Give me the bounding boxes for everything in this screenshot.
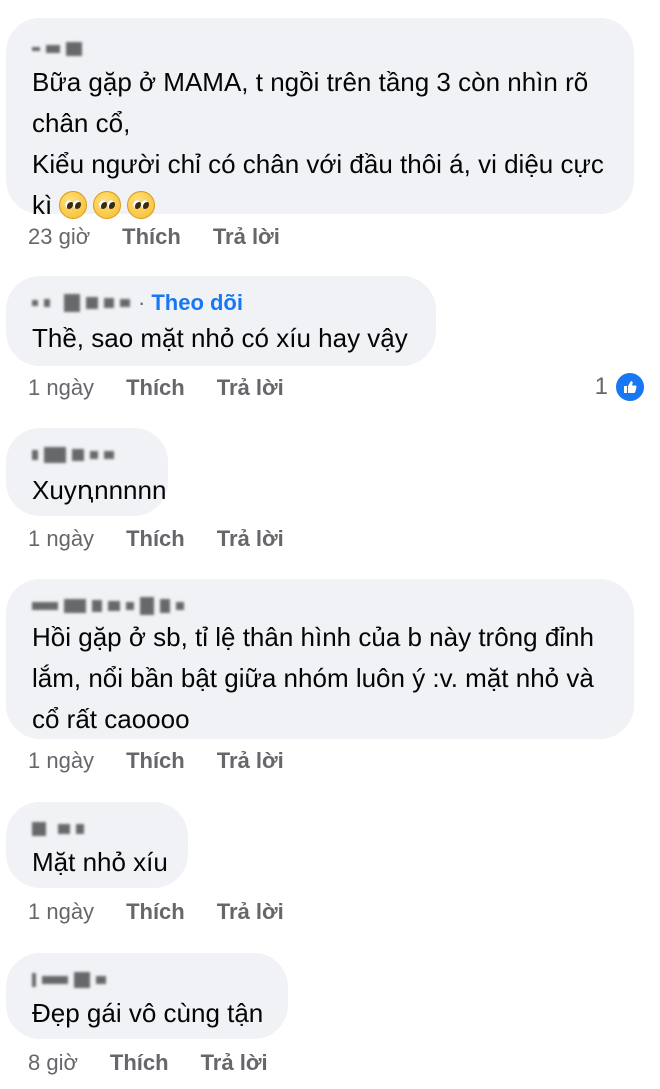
comment-bubble: Hồi gặp ở sb, tỉ lệ thân hình của b này … — [6, 579, 634, 739]
like-button[interactable]: Thích — [126, 899, 185, 925]
follow-button[interactable]: Theo dõi — [151, 290, 243, 316]
comment-actions: 1 ngày Thích Trả lời — [28, 524, 316, 554]
thumb-up-glyph — [624, 381, 637, 393]
commenter-name-blurred[interactable] — [32, 300, 38, 306]
commenter-name-blurred[interactable] — [32, 595, 608, 617]
comment-bubble: Bữa gặp ở MAMA, t ngồi trên tầng 3 còn n… — [6, 18, 634, 220]
reply-button[interactable]: Trả lời — [217, 526, 284, 552]
like-thumb-icon — [614, 371, 646, 403]
comment-bubble: · Theo dõi Thề, sao mặt nhỏ có xíu hay v… — [6, 276, 436, 366]
like-button[interactable]: Thích — [126, 375, 185, 401]
commenter-name-blurred[interactable] — [32, 818, 162, 840]
pleading-face-icon — [59, 191, 88, 219]
comment-actions: 1 ngày Thích Trả lời — [28, 897, 316, 927]
comment-text-line: Mặt nhỏ xíu — [32, 847, 168, 877]
comment-bubble: Đẹp gái vô cùng tận — [6, 953, 288, 1039]
reply-button[interactable]: Trả lời — [217, 748, 284, 774]
comment-text-fragment: kì — [32, 190, 53, 220]
comment-actions: 23 giờ Thích Trả lời — [28, 222, 312, 252]
comment-timestamp[interactable]: 23 giờ — [28, 224, 90, 250]
comment-text-line: Đẹp gái vô cùng tận — [32, 998, 264, 1028]
comment-text-line: cổ rất caoooo — [32, 704, 190, 734]
comment-actions: 8 giờ Thích Trả lời — [28, 1048, 300, 1078]
comment-timestamp[interactable]: 1 ngày — [28, 526, 94, 552]
reply-button[interactable]: Trả lời — [217, 375, 284, 401]
pleading-face-icon — [127, 191, 156, 219]
reply-button[interactable]: Trả lời — [217, 899, 284, 925]
comment-actions: 1 ngày Thích Trả lời — [28, 746, 316, 776]
like-button[interactable]: Thích — [126, 526, 185, 552]
comment-bubble: Mặt nhỏ xíu — [6, 802, 188, 888]
comment-actions: 1 ngày Thích Trả lời — [28, 373, 316, 403]
comment-text-line-with-emoji: kì — [32, 185, 608, 226]
comment-timestamp[interactable]: 1 ngày — [28, 375, 94, 401]
like-button[interactable]: Thích — [110, 1050, 169, 1076]
like-button[interactable]: Thích — [122, 224, 181, 250]
comment-text-line: lắm, nổi bần bật giữa nhóm luôn ý :v. mặ… — [32, 663, 594, 693]
comment-text-line: Kiểu người chỉ có chân với đầu thôi á, v… — [32, 149, 604, 179]
comment-timestamp[interactable]: 1 ngày — [28, 748, 94, 774]
comment-text-line: chân cổ, — [32, 108, 131, 138]
reply-button[interactable]: Trả lời — [201, 1050, 268, 1076]
comment-text-line: Bữa gặp ở MAMA, t ngồi trên tầng 3 còn n… — [32, 67, 589, 97]
like-button[interactable]: Thích — [126, 748, 185, 774]
commenter-name-blurred[interactable] — [32, 444, 142, 466]
reply-button[interactable]: Trả lời — [213, 224, 280, 250]
comment-text-line: Thề, sao mặt nhỏ có xíu hay vậy — [32, 323, 408, 353]
commenter-name-blurred[interactable] — [32, 38, 608, 60]
comment-text-line: Hồi gặp ở sb, tỉ lệ thân hình của b này … — [32, 622, 594, 652]
commenter-name-row: · Theo dõi — [32, 290, 410, 316]
separator-dot: · — [138, 290, 146, 315]
reaction-summary[interactable]: 1 — [595, 371, 646, 403]
comment-timestamp[interactable]: 1 ngày — [28, 899, 94, 925]
comment-text-line: Xuyꞑnnnnn — [32, 475, 167, 505]
comment-bubble: Xuyꞑnnnnn — [6, 428, 168, 516]
commenter-name-blurred[interactable] — [32, 969, 262, 991]
reaction-count: 1 — [594, 373, 608, 400]
pleading-face-icon — [93, 191, 122, 219]
comment-timestamp[interactable]: 8 giờ — [28, 1050, 78, 1076]
